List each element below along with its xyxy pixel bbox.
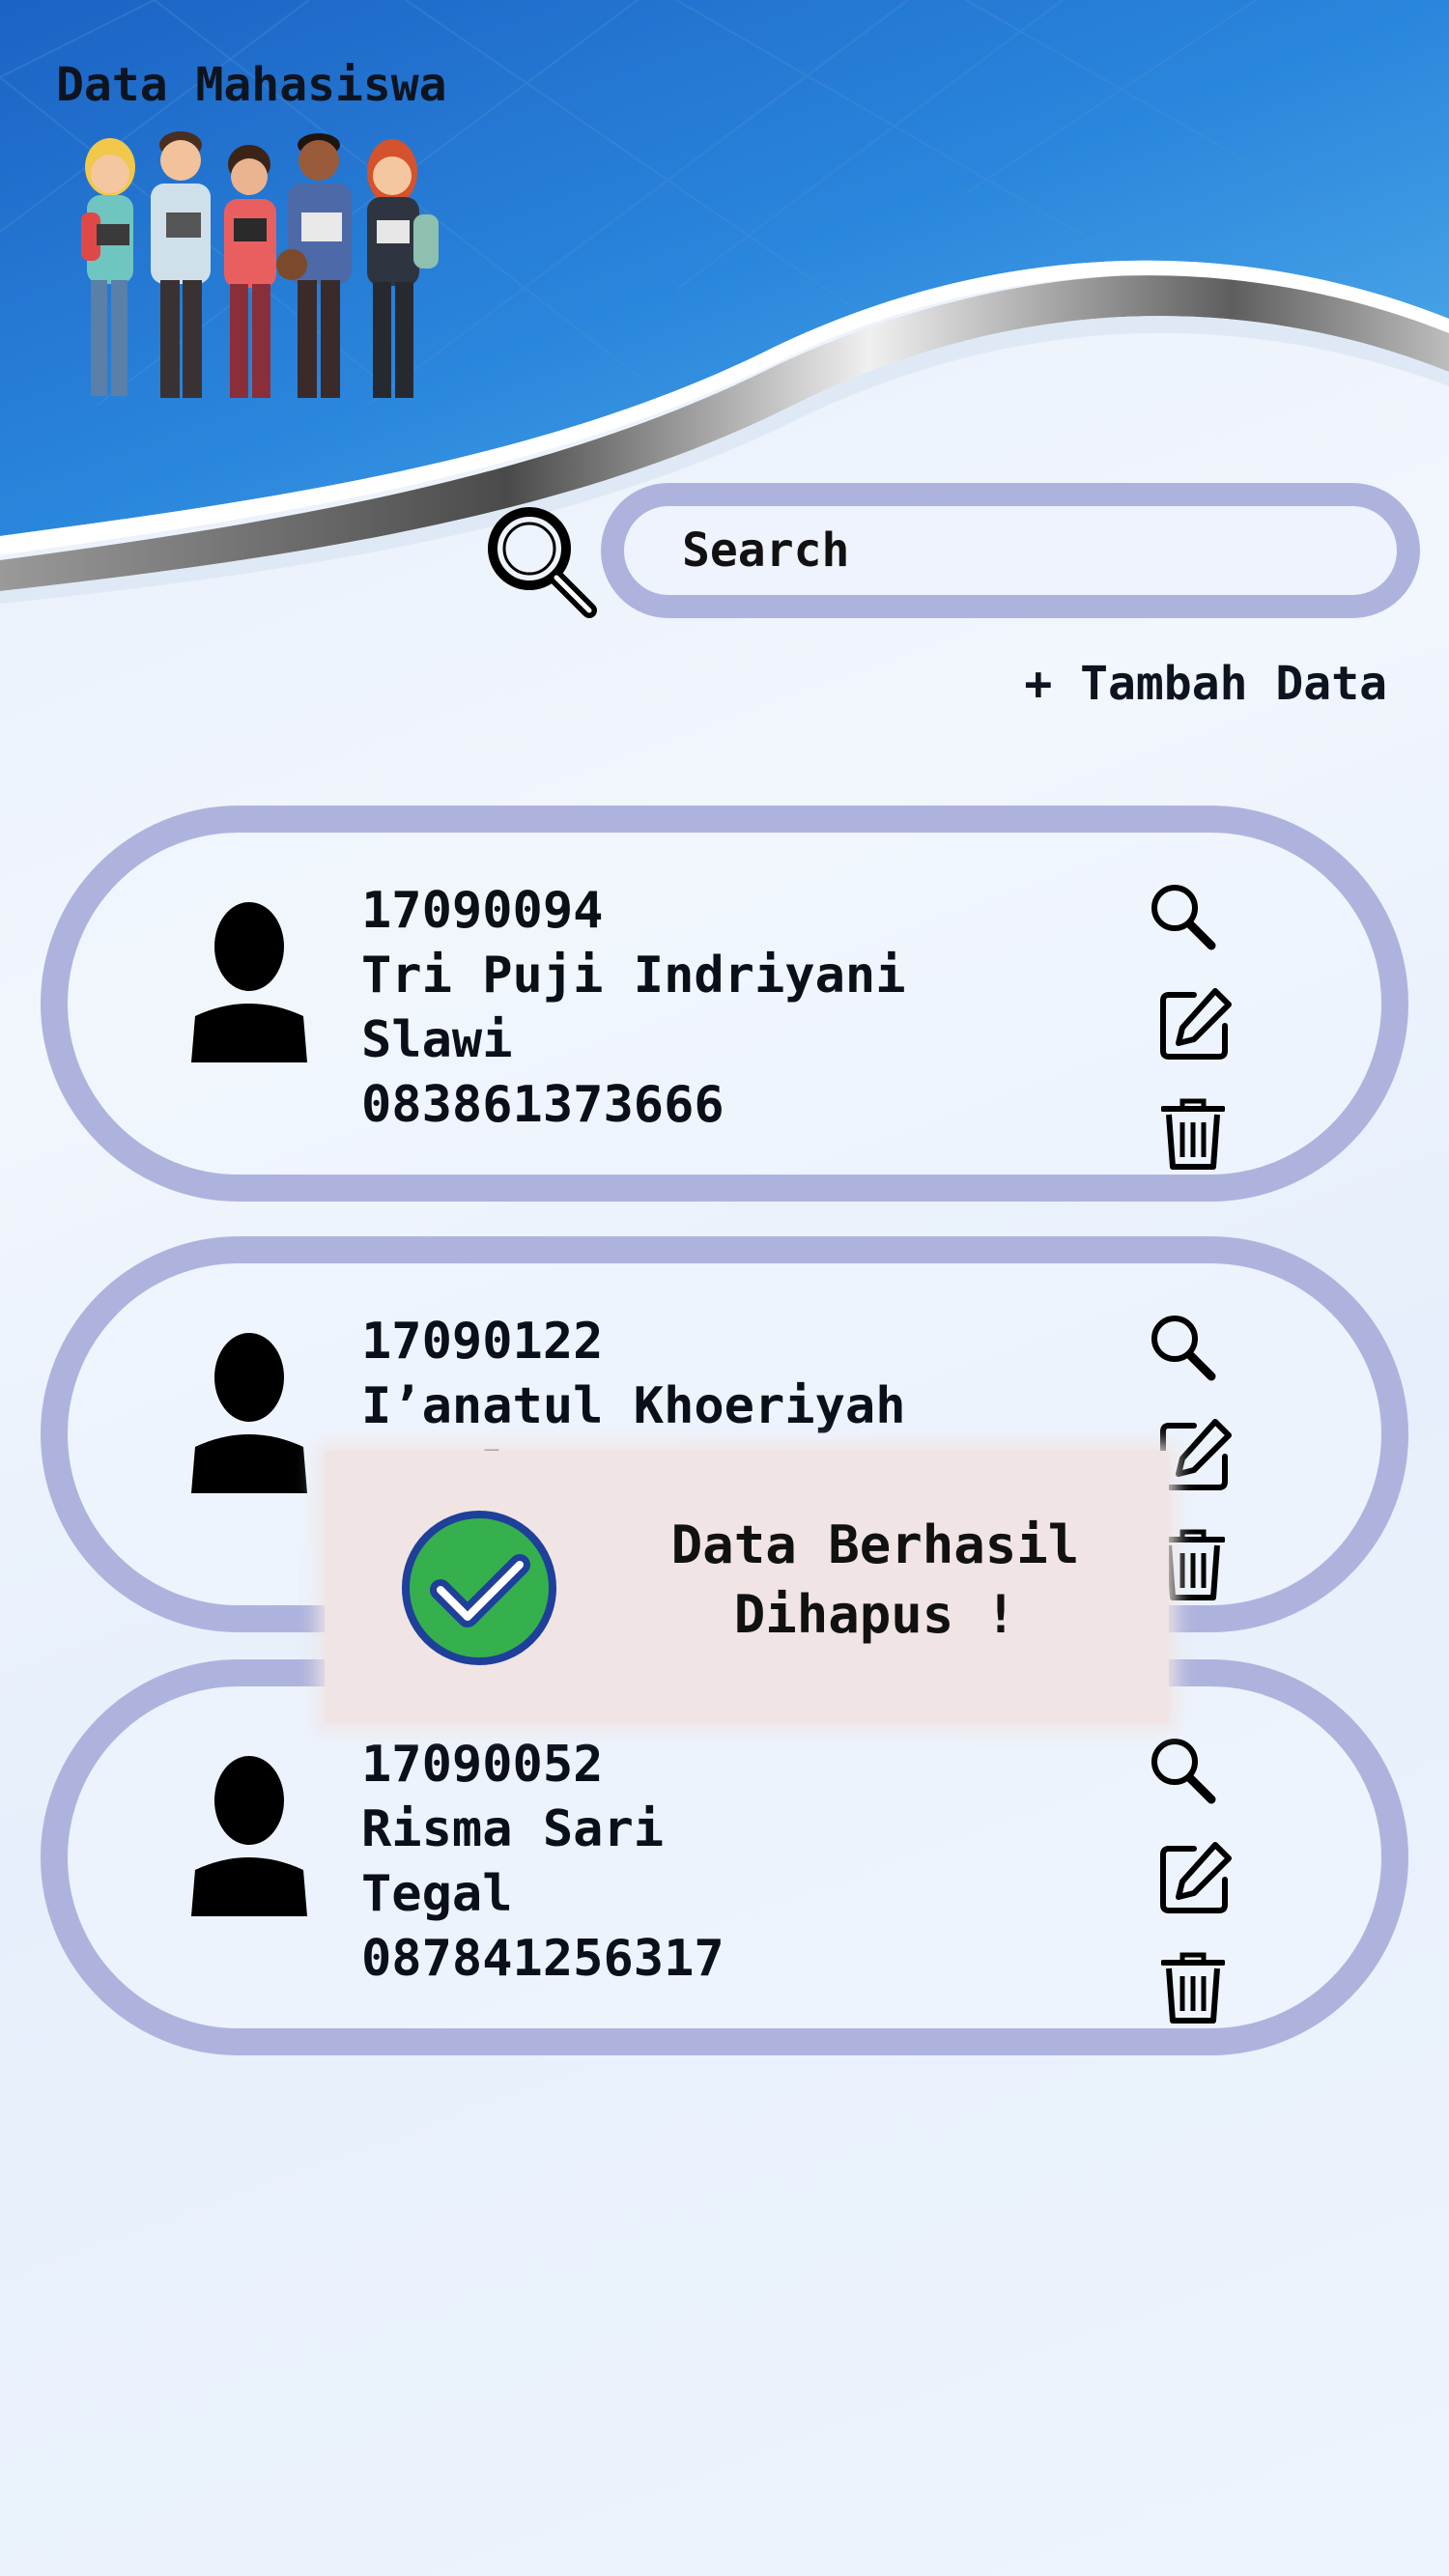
search-icon[interactable] — [481, 500, 602, 621]
user-avatar-icon — [191, 902, 307, 1062]
student-info: 17090052 Risma Sari Tegal 087841256317 — [361, 1733, 724, 1992]
student-info: 17090094 Tri Puji Indriyani Slawi 083861… — [361, 879, 906, 1138]
page-title: Data Mahasiswa — [56, 58, 447, 112]
detail-search-icon[interactable] — [1148, 1735, 1217, 1804]
students-illustration — [81, 131, 439, 398]
student-card: 17090094 Tri Puji Indriyani Slawi 083861… — [41, 806, 1408, 1202]
delete-icon[interactable] — [1161, 1951, 1225, 2024]
search-box — [601, 483, 1420, 618]
student-nim: 17090094 — [361, 882, 604, 940]
student-nim: 17090122 — [361, 1313, 604, 1371]
edit-icon[interactable] — [1159, 1841, 1233, 1914]
student-name: Risma Sari — [361, 1800, 665, 1858]
user-avatar-icon — [191, 1333, 307, 1493]
add-data-button[interactable]: + Tambah Data — [1024, 657, 1387, 711]
toast-message: Data Berhasil Dihapus ! — [614, 1511, 1136, 1650]
student-phone: 087841256317 — [361, 1930, 724, 1988]
user-avatar-icon — [191, 1756, 307, 1916]
check-circle-icon — [402, 1511, 556, 1665]
delete-icon[interactable] — [1161, 1097, 1225, 1171]
delete-icon[interactable] — [1161, 1528, 1225, 1601]
edit-icon[interactable] — [1159, 1418, 1233, 1491]
success-toast: Data Berhasil Dihapus ! — [325, 1451, 1169, 1723]
detail-search-icon[interactable] — [1148, 1312, 1217, 1381]
student-city: Tegal — [361, 1865, 513, 1923]
toast-line-1: Data Berhasil — [670, 1514, 1080, 1575]
student-nim: 17090052 — [361, 1736, 604, 1794]
student-name: Tri Puji Indriyani — [361, 947, 906, 1005]
student-name: I’anatul Khoeriyah — [361, 1377, 906, 1435]
search-input[interactable] — [624, 506, 1397, 595]
student-city: Slawi — [361, 1011, 513, 1069]
edit-icon[interactable] — [1159, 987, 1233, 1061]
detail-search-icon[interactable] — [1148, 881, 1217, 950]
toast-line-2: Dihapus ! — [733, 1584, 1017, 1645]
student-phone: 083861373666 — [361, 1076, 724, 1134]
